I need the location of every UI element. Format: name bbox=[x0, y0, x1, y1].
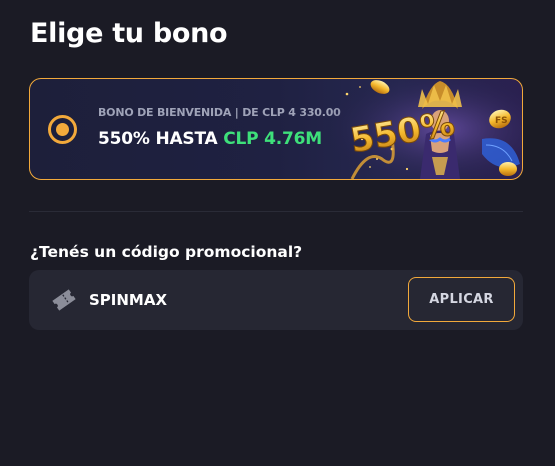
apply-button[interactable]: APLICAR bbox=[408, 277, 515, 322]
bonus-amount: CLP 4.76M bbox=[223, 129, 322, 149]
bonus-headline-text: 550% HASTA bbox=[98, 129, 218, 149]
bonus-radio-button[interactable] bbox=[48, 115, 77, 144]
radio-selected-dot bbox=[56, 123, 69, 136]
page-title: Elige tu bono bbox=[30, 18, 228, 49]
promo-code-input[interactable] bbox=[89, 287, 389, 313]
svg-text:FS: FS bbox=[495, 116, 508, 126]
welcome-bonus-option[interactable]: BONO DE BIENVENIDA | DE CLP 4 330.00 550… bbox=[29, 78, 523, 180]
bonus-headline: 550% HASTA CLP 4.76M bbox=[98, 129, 322, 149]
section-divider bbox=[29, 211, 523, 212]
promo-code-label: ¿Tenés un código promocional? bbox=[30, 243, 303, 261]
bonus-subtitle: BONO DE BIENVENIDA | DE CLP 4 330.00 bbox=[98, 106, 341, 119]
bonus-selection-page: Elige tu bono BONO DE BIENVENIDA | DE CL… bbox=[0, 0, 555, 466]
ticket-icon bbox=[52, 289, 76, 311]
bonus-promo-image: FS 550% bbox=[322, 79, 522, 179]
promo-code-field-container: APLICAR bbox=[29, 270, 523, 330]
